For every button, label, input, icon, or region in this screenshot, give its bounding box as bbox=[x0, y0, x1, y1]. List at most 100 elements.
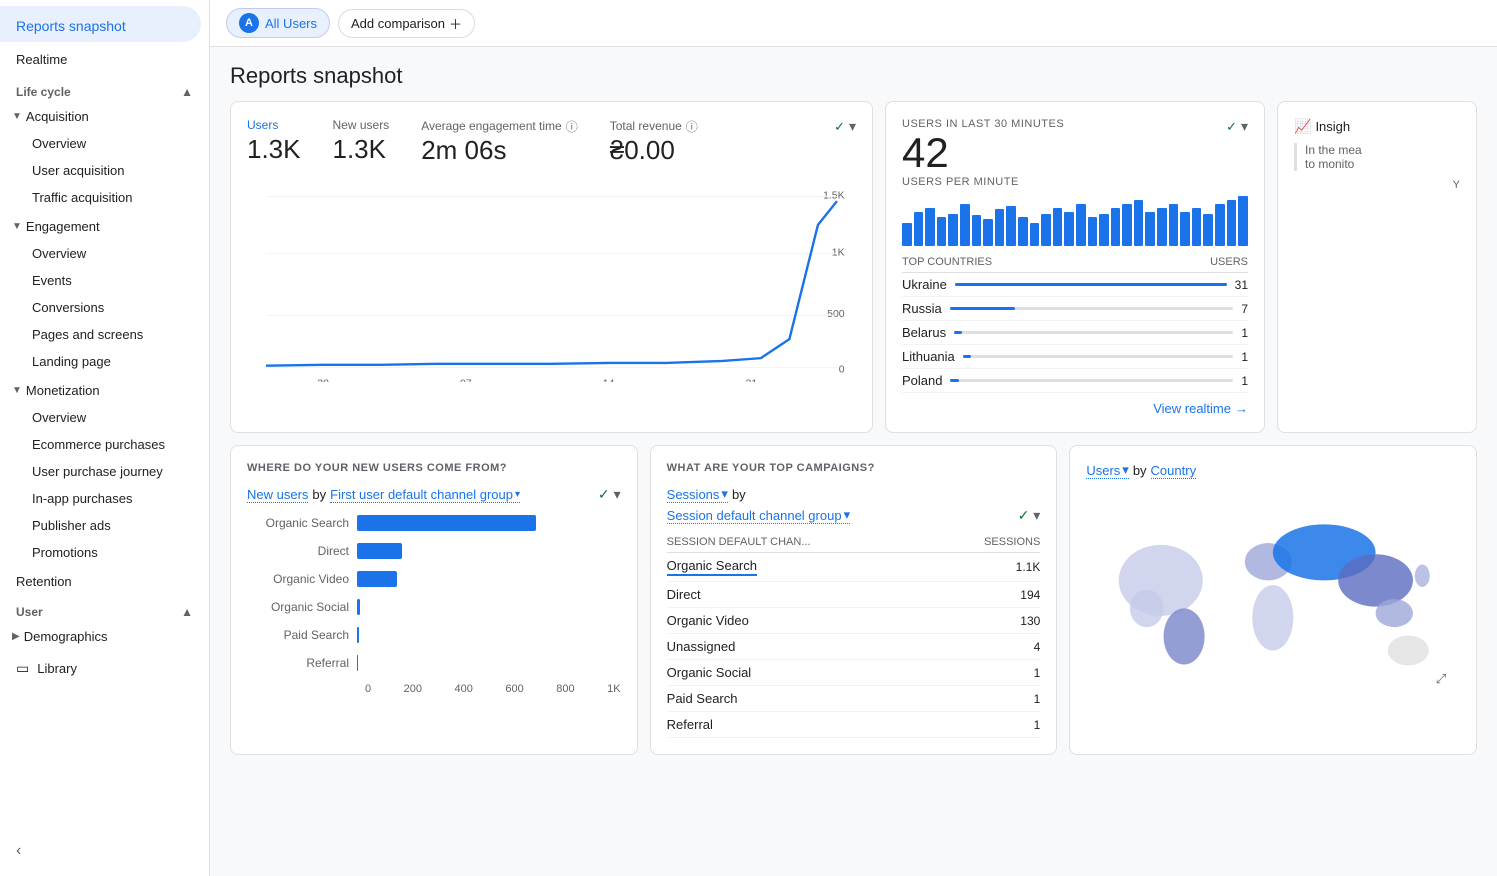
sidebar-item-in-app-purchases[interactable]: In-app purchases bbox=[0, 485, 209, 512]
campaign-sessions: 194 bbox=[1020, 588, 1040, 602]
chart-settings-button[interactable]: ▾ bbox=[849, 118, 856, 135]
sidebar-group-title-demographics[interactable]: ▶ Demographics bbox=[0, 623, 209, 650]
mini-bar bbox=[1030, 223, 1040, 246]
country-count: 31 bbox=[1235, 278, 1248, 292]
campaign-table: SESSION DEFAULT CHAN... SESSIONS Organic… bbox=[667, 536, 1041, 738]
hbar-xaxis-label: 200 bbox=[404, 683, 422, 695]
filter-sessions-btn[interactable]: Sessions ▾ bbox=[667, 486, 728, 503]
chart-options-button[interactable]: ▾ bbox=[614, 486, 621, 503]
mini-bar bbox=[1192, 208, 1202, 246]
hbar-bar-wrap bbox=[357, 655, 621, 671]
filter-map-country-btn[interactable]: Country bbox=[1151, 463, 1197, 479]
campaign-row: Organic Social1 bbox=[667, 660, 1041, 686]
sidebar-item-user-purchase-journey[interactable]: User purchase journey bbox=[0, 458, 209, 485]
hbar-bar bbox=[357, 543, 402, 559]
country-count: 1 bbox=[1241, 326, 1248, 340]
realtime-settings-button[interactable]: ▾ bbox=[1241, 118, 1248, 135]
campaign-sessions: 1 bbox=[1034, 718, 1041, 732]
mini-bar bbox=[1064, 212, 1074, 247]
view-realtime-link[interactable]: View realtime → bbox=[902, 393, 1248, 416]
country-count: 1 bbox=[1241, 350, 1248, 364]
campaign-name: Direct bbox=[667, 587, 701, 602]
hbar-xaxis-label: 600 bbox=[505, 683, 523, 695]
mini-bar bbox=[948, 214, 958, 246]
hbar-bar bbox=[357, 515, 536, 531]
sidebar-group-engagement: ▼ Engagement Overview Events Conversions… bbox=[0, 213, 209, 375]
sidebar-group-title-acquisition[interactable]: ▼ Acquisition bbox=[0, 103, 209, 130]
campaign-name: Organic Search bbox=[667, 558, 757, 576]
mini-bar-chart bbox=[902, 196, 1248, 246]
sidebar-item-pages-screens[interactable]: Pages and screens bbox=[0, 321, 209, 348]
svg-text:0: 0 bbox=[839, 364, 845, 375]
country-bar bbox=[950, 379, 958, 382]
mini-bar bbox=[937, 217, 947, 246]
campaign-row: Direct 194 bbox=[667, 582, 1041, 608]
hbar-bar-wrap bbox=[357, 627, 621, 643]
sidebar-title[interactable]: Reports snapshot bbox=[0, 6, 201, 42]
country-bar-wrap bbox=[955, 283, 1227, 286]
country-name: Russia bbox=[902, 301, 942, 316]
sidebar-item-traffic-acquisition[interactable]: Traffic acquisition bbox=[0, 184, 209, 211]
hbar-row: Organic Social bbox=[247, 599, 621, 615]
sidebar-item-ecommerce-purchases[interactable]: Ecommerce purchases bbox=[0, 431, 209, 458]
hbar-label: Paid Search bbox=[247, 628, 357, 642]
plus-icon: ＋ bbox=[449, 14, 462, 33]
filter-new-users-btn[interactable]: New users bbox=[247, 487, 308, 503]
chart-controls: ✓ ▾ bbox=[834, 118, 856, 135]
sidebar-item-acquisition-overview[interactable]: Overview bbox=[0, 130, 209, 157]
top-campaigns-card: WHAT ARE YOUR TOP CAMPAIGNS? Sessions ▾ … bbox=[650, 445, 1058, 755]
sidebar-collapse-btn[interactable]: ‹ bbox=[0, 834, 209, 876]
country-row: Ukraine 31 bbox=[902, 273, 1248, 297]
campaign-rows: Organic Search1.1KDirect194Organic Video… bbox=[667, 553, 1041, 738]
mini-bar bbox=[995, 209, 1005, 246]
all-users-button[interactable]: A All Users bbox=[226, 8, 330, 38]
section-title-new-users: WHERE DO YOUR NEW USERS COME FROM? bbox=[247, 462, 621, 474]
y-label: Y bbox=[1294, 179, 1460, 191]
sidebar-group-title-engagement[interactable]: ▼ Engagement bbox=[0, 213, 209, 240]
hbar-xaxis-label: 800 bbox=[556, 683, 574, 695]
mini-bar bbox=[1134, 200, 1144, 246]
new-users-metric: New users 1.3K bbox=[333, 118, 390, 166]
campaign-row: Paid Search1 bbox=[667, 686, 1041, 712]
campaign-settings-button[interactable]: ▾ bbox=[1033, 507, 1040, 524]
world-map-svg: ⤢ bbox=[1086, 487, 1460, 693]
add-comparison-button[interactable]: Add comparison ＋ bbox=[338, 9, 475, 38]
avg-engagement-metric: Average engagement time ⓘ 2m 06s bbox=[421, 118, 578, 166]
sidebar-item-realtime[interactable]: Realtime bbox=[0, 44, 209, 75]
campaign-name: Unassigned bbox=[667, 639, 736, 654]
mini-bar bbox=[1145, 212, 1155, 247]
sidebar-group-title-monetization[interactable]: ▼ Monetization bbox=[0, 377, 209, 404]
sidebar-item-promotions[interactable]: Promotions bbox=[0, 539, 209, 566]
campaign-name: Organic Social bbox=[667, 665, 752, 680]
sidebar-section-user[interactable]: User ▲ bbox=[0, 595, 209, 623]
svg-text:1.5K: 1.5K bbox=[823, 190, 845, 201]
sidebar-item-library[interactable]: ▭ Library bbox=[0, 652, 209, 685]
filter-map-users-btn[interactable]: Users ▾ bbox=[1086, 462, 1128, 479]
sidebar-item-events[interactable]: Events bbox=[0, 267, 209, 294]
country-bar-wrap bbox=[954, 331, 1233, 334]
campaign-sessions: 1 bbox=[1034, 692, 1041, 706]
hbar-bar bbox=[357, 571, 397, 587]
filter-channel-group-btn[interactable]: First user default channel group ▾ bbox=[330, 487, 520, 503]
sidebar-item-monetization-overview[interactable]: Overview bbox=[0, 404, 209, 431]
hbar-bar-wrap bbox=[357, 571, 621, 587]
sidebar-section-lifecycle[interactable]: Life cycle ▲ bbox=[0, 75, 209, 103]
filter-session-channel-btn[interactable]: Session default channel group ▾ bbox=[667, 507, 850, 524]
sidebar-item-landing-page[interactable]: Landing page bbox=[0, 348, 209, 375]
sidebar-item-retention[interactable]: Retention bbox=[0, 568, 209, 595]
sidebar: Reports snapshot Realtime Life cycle ▲ ▼… bbox=[0, 0, 210, 876]
mini-bar bbox=[1238, 196, 1248, 246]
sidebar-item-engagement-overview[interactable]: Overview bbox=[0, 240, 209, 267]
hbar-xaxis: 02004006008001K bbox=[247, 683, 621, 695]
sidebar-item-publisher-ads[interactable]: Publisher ads bbox=[0, 512, 209, 539]
hbar-xaxis-label: 0 bbox=[365, 683, 371, 695]
sidebar-item-user-acquisition[interactable]: User acquisition bbox=[0, 157, 209, 184]
hbar-bar-wrap bbox=[357, 599, 621, 615]
sidebar-item-conversions[interactable]: Conversions bbox=[0, 294, 209, 321]
chevron-down-icon: ▼ bbox=[12, 111, 22, 122]
horizontal-bar-chart: Organic Search Direct Organic Video Orga… bbox=[247, 515, 621, 671]
dashboard-top-grid: Users 1.3K New users 1.3K Average engage… bbox=[210, 101, 1497, 445]
mini-bar bbox=[1215, 204, 1225, 246]
country-count: 1 bbox=[1241, 374, 1248, 388]
country-bar-wrap bbox=[950, 379, 1233, 382]
